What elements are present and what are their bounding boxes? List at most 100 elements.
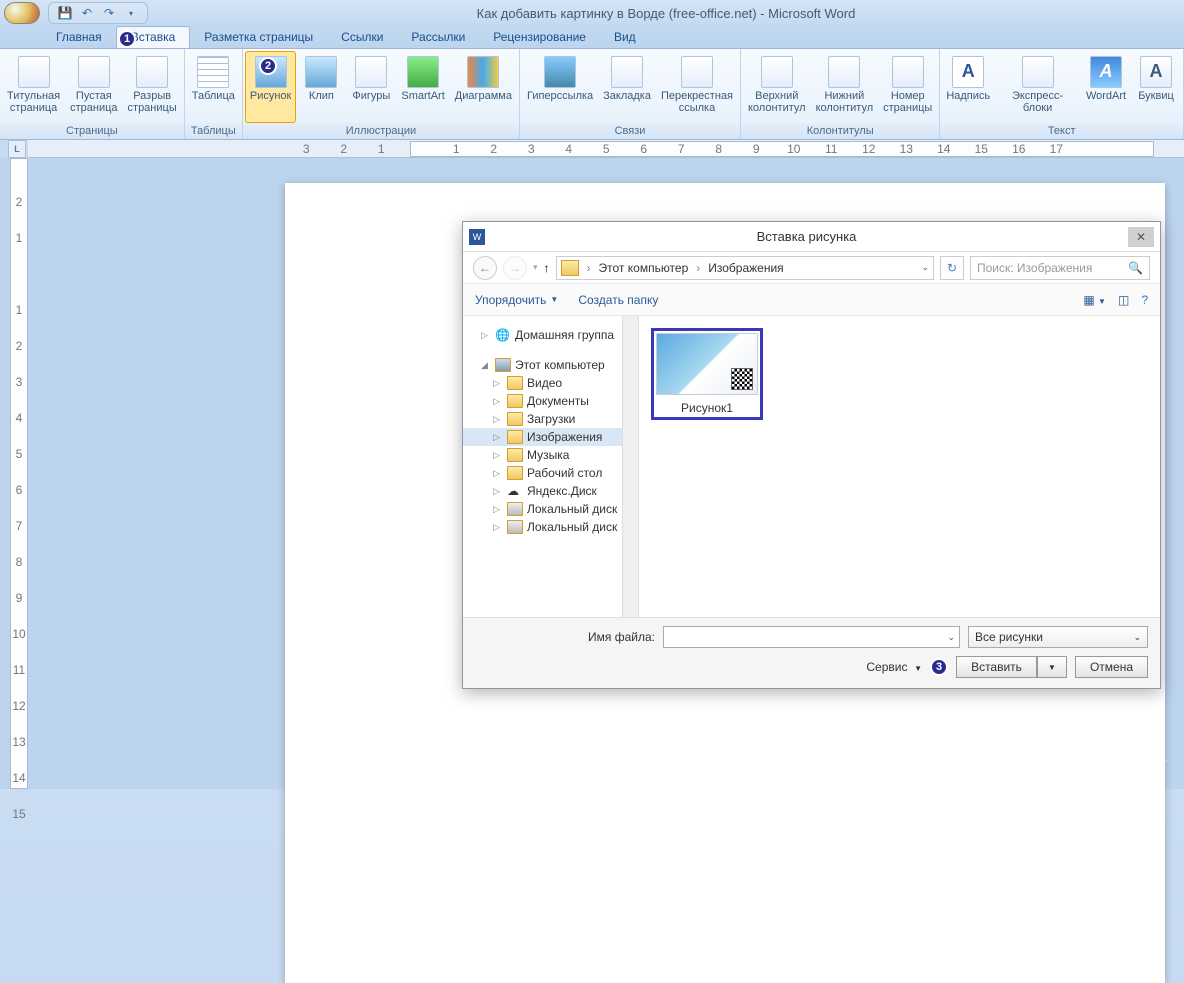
tab-view[interactable]: Вид	[600, 27, 650, 48]
address-bar[interactable]: › Этот компьютер › Изображения ⌄	[556, 256, 934, 280]
address-dropdown-icon[interactable]: ⌄	[921, 262, 929, 273]
tree-downloads[interactable]: ▷Загрузки	[463, 410, 638, 428]
quickparts-button[interactable]: Экспресс-блоки	[994, 51, 1081, 123]
ruler-horizontal[interactable]: 3211234567891011121314151617	[28, 140, 1184, 158]
smartart-button[interactable]: SmartArt	[396, 51, 449, 123]
chevron-down-icon[interactable]: ⌄	[947, 632, 955, 643]
dialog-nav: ← → ▾ ↑ › Этот компьютер › Изображения ⌄…	[463, 252, 1160, 284]
callout-3: 3	[930, 658, 948, 676]
group-text: AНадпись Экспресс-блоки AWordArt AБуквиц…	[940, 49, 1184, 139]
tab-layout[interactable]: Разметка страницы	[190, 27, 327, 48]
back-button[interactable]: ←	[473, 256, 497, 280]
chevron-down-icon: ⌄	[1133, 632, 1141, 643]
save-icon[interactable]: 💾	[57, 5, 73, 21]
page-break-button[interactable]: Разрыв страницы	[123, 51, 182, 123]
folder-icon	[561, 260, 579, 276]
dialog-title: Вставка рисунка	[485, 229, 1128, 244]
titlebar: 💾 ↶ ↷ ▾ Как добавить картинку в Ворде (f…	[0, 0, 1184, 26]
callout-1: 1	[118, 30, 136, 48]
shapes-button[interactable]: Фигуры	[346, 51, 396, 123]
close-icon[interactable]: ✕	[1128, 227, 1154, 247]
crossref-button[interactable]: Перекрестная ссылка	[656, 51, 738, 123]
group-label-illustrations: Иллюстрации	[243, 123, 519, 139]
refresh-button[interactable]: ↻	[940, 256, 964, 280]
tab-references[interactable]: Ссылки	[327, 27, 397, 48]
tree-localdisk2[interactable]: ▷Локальный диск	[463, 518, 638, 536]
help-icon[interactable]: ?	[1141, 293, 1148, 307]
file-item-selected[interactable]: Рисунок1	[651, 328, 763, 420]
office-button[interactable]	[4, 2, 40, 24]
ribbon-tabs: Главная Вставка Разметка страницы Ссылки…	[0, 26, 1184, 48]
blank-page-button[interactable]: Пустая страница	[65, 51, 122, 123]
tree-videos[interactable]: ▷Видео	[463, 374, 638, 392]
search-input[interactable]: Поиск: Изображения 🔍	[970, 256, 1150, 280]
page-number-button[interactable]: Номер страницы	[878, 51, 937, 123]
tree-desktop[interactable]: ▷Рабочий стол	[463, 464, 638, 482]
insert-button[interactable]: Вставить	[956, 656, 1037, 678]
redo-icon[interactable]: ↷	[101, 5, 117, 21]
search-icon: 🔍	[1128, 261, 1143, 275]
tab-review[interactable]: Рецензирование	[479, 27, 600, 48]
hyperlink-button[interactable]: Гиперссылка	[522, 51, 598, 123]
tab-mailings[interactable]: Рассылки	[397, 27, 479, 48]
title-page-button[interactable]: Титульная страница	[2, 51, 65, 123]
tree-pictures[interactable]: ▷Изображения	[463, 428, 638, 446]
group-label-tables: Таблицы	[185, 123, 242, 139]
breadcrumb-root[interactable]: Этот компьютер	[599, 261, 689, 275]
ruler-corner[interactable]: L	[8, 140, 26, 158]
ribbon: Титульная страница Пустая страница Разры…	[0, 48, 1184, 140]
chevron-right-icon[interactable]: ›	[583, 261, 595, 275]
wordart-button[interactable]: AWordArt	[1081, 51, 1131, 123]
tree-localdisk1[interactable]: ▷Локальный диск	[463, 500, 638, 518]
tree-documents[interactable]: ▷Документы	[463, 392, 638, 410]
chart-button[interactable]: Диаграмма	[450, 51, 517, 123]
qat-dropdown-icon[interactable]: ▾	[123, 5, 139, 21]
group-label-links: Связи	[520, 123, 740, 139]
group-links: Гиперссылка Закладка Перекрестная ссылка…	[520, 49, 741, 139]
undo-icon[interactable]: ↶	[79, 5, 95, 21]
file-list[interactable]: Рисунок1	[639, 316, 1160, 617]
cancel-button[interactable]: Отмена	[1075, 656, 1148, 678]
chevron-down-icon: ▼	[550, 295, 558, 304]
tree-this-pc[interactable]: ◢Этот компьютер	[463, 356, 638, 374]
group-header-footer: Верхний колонтитул Нижний колонтитул Ном…	[741, 49, 940, 139]
window-title: Как добавить картинку в Ворде (free-offi…	[148, 6, 1184, 21]
tab-home[interactable]: Главная	[42, 27, 116, 48]
organize-button[interactable]: Упорядочить ▼	[475, 293, 558, 307]
table-button[interactable]: Таблица	[187, 51, 240, 123]
clip-button[interactable]: Клип	[296, 51, 346, 123]
insert-dropdown-button[interactable]: ▼	[1037, 656, 1067, 678]
watermark-logo-icon	[1014, 753, 1038, 777]
filename-input[interactable]: ⌄	[663, 626, 960, 648]
watermark: FREE-OFFICE.NET	[1014, 753, 1168, 777]
footer-button[interactable]: Нижний колонтитул	[811, 51, 879, 123]
quick-access-toolbar: 💾 ↶ ↷ ▾	[48, 2, 148, 24]
preview-pane-icon[interactable]: ◫	[1118, 293, 1129, 307]
filetype-select[interactable]: Все рисунки⌄	[968, 626, 1148, 648]
dialog-titlebar[interactable]: W Вставка рисунка ✕	[463, 222, 1160, 252]
chevron-right-icon[interactable]: ›	[692, 261, 704, 275]
breadcrumb-folder[interactable]: Изображения	[708, 261, 783, 275]
ruler-vertical[interactable]: 21123456789101112131415	[10, 158, 28, 789]
header-button[interactable]: Верхний колонтитул	[743, 51, 811, 123]
nav-dropdown-icon[interactable]: ▾	[533, 262, 538, 273]
textbox-button[interactable]: AНадпись	[942, 51, 994, 123]
tree-yadisk[interactable]: ▷☁Яндекс.Диск	[463, 482, 638, 500]
folder-tree: ▷🌐Домашняя группа ◢Этот компьютер ▷Видео…	[463, 316, 639, 617]
word-icon: W	[469, 229, 485, 245]
forward-button[interactable]: →	[503, 256, 527, 280]
up-button[interactable]: ↑	[544, 261, 550, 275]
service-button[interactable]: Сервис ▼	[866, 660, 922, 674]
tree-scrollbar[interactable]	[622, 316, 638, 617]
new-folder-button[interactable]: Создать папку	[578, 293, 658, 307]
tree-music[interactable]: ▷Музыка	[463, 446, 638, 464]
tree-homegroup[interactable]: ▷🌐Домашняя группа	[463, 326, 638, 344]
group-label-header-footer: Колонтитулы	[741, 123, 939, 139]
group-tables: Таблица Таблицы	[185, 49, 243, 139]
dialog-toolbar: Упорядочить ▼ Создать папку ▦ ▼ ◫ ?	[463, 284, 1160, 316]
group-label-text: Текст	[940, 123, 1183, 139]
group-label-pages: Страницы	[0, 123, 184, 139]
view-options-icon[interactable]: ▦ ▼	[1083, 293, 1106, 307]
dropcap-button[interactable]: AБуквиц	[1131, 51, 1181, 123]
bookmark-button[interactable]: Закладка	[598, 51, 656, 123]
